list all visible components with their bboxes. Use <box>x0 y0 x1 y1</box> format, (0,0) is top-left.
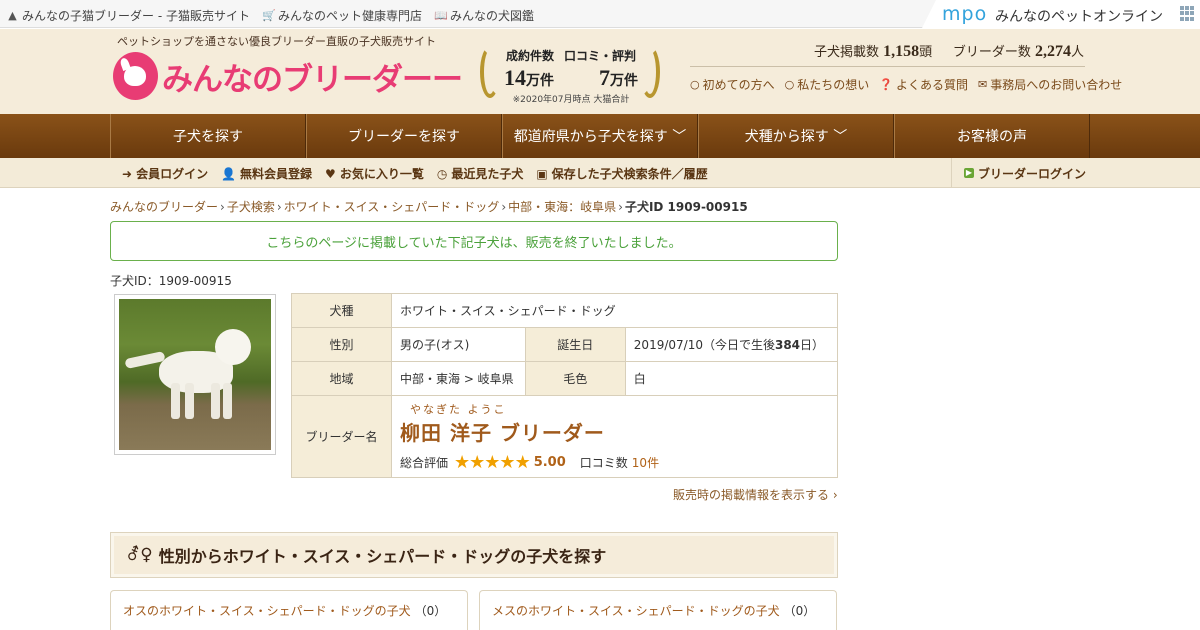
show-listing-info-link[interactable]: 販売時の掲載情報を表示する › <box>673 486 838 503</box>
dog-logo-icon <box>113 52 158 100</box>
user-icon: 👤 <box>221 166 237 181</box>
award-contracts-value: 14万件 <box>504 65 554 90</box>
sex-search-section: ⚦♀ 性別からホワイト・スイス・シェパード・ドッグの子犬を探す <box>110 532 838 578</box>
mpo-logo[interactable]: mpo <box>942 3 987 25</box>
sold-notice: こちらのページに掲載していた下記子犬は、販売を終了いたしました。 <box>110 221 838 261</box>
puppy-details-table: 犬種 ホワイト・スイス・シェパード・ドッグ 性別 男の子(オス) 誕生日 201… <box>291 293 839 478</box>
heart-icon: ♥ <box>325 166 336 181</box>
header-links: ○ 初めての方へ ○ 私たちの想い ❓ よくある質問 ✉ 事務局へのお問い合わせ <box>690 76 1122 93</box>
rating-score: 5.00 <box>533 454 566 470</box>
sex-value: 男の子(オス) <box>391 327 526 362</box>
cart-icon: 🛒 <box>261 8 276 22</box>
puppy-count: 1,158 <box>883 43 920 60</box>
site-stats: 子犬掲載数 1,158頭 ブリーダー数 2,274人 <box>813 43 1084 60</box>
reviews-label: 口コミ数 <box>579 455 628 470</box>
logo-text-a: みんなの <box>162 61 283 98</box>
sub-nav: ➜ 会員ログイン 👤 無料会員登録 ♥ お気に入り一覧 ◷ 最近見た子犬 ▣ 保存した子犬… <box>0 158 1200 188</box>
main-nav: 子犬を探す ブリーダーを探す 都道府県から子犬を探す ﹀ 犬種から探す ﹀ お客… <box>0 114 1200 158</box>
book-icon: 📖 <box>433 8 448 22</box>
nav-find-breeder[interactable]: ブリーダーを探す <box>306 114 502 158</box>
recent-link[interactable]: ◷ 最近見た子犬 <box>437 165 524 182</box>
link-our-thoughts[interactable]: ○ 私たちの想い <box>785 76 870 93</box>
award-badge: 成約件数 口コミ・評判 14万件 7万件 ※2020年07月時点 大猫合計 <box>478 40 662 105</box>
gender-icon: ⚦♀ <box>126 545 153 565</box>
breeder-name-link[interactable]: 柳田 洋子 ブリーダー <box>400 417 829 446</box>
reviews-count-link[interactable]: 10件 <box>632 454 659 471</box>
region-label: 地域 <box>291 361 392 396</box>
site-topbar: ▲ みんなの子猫ブリーダー - 子猫販売サイト 🛒 みんなのペット健康専門店 📖 みん… <box>0 0 1200 28</box>
cat-icon: ▲ <box>8 8 17 22</box>
arrow-right-icon: ▶ <box>964 168 974 178</box>
clock-icon: ◷ <box>436 166 448 181</box>
saved-search-link[interactable]: ▣ 保存した子犬検索条件／履歴 <box>536 165 707 182</box>
question-icon: ❓ <box>879 78 893 91</box>
breed-value: ホワイト・スイス・シェパード・ドッグ <box>391 293 838 328</box>
nav-by-prefecture[interactable]: 都道府県から子犬を探す ﹀ <box>502 114 698 158</box>
site-tagline: ペットショップを通さない優良ブリーダー直販の子犬販売サイト <box>117 35 436 48</box>
birthday-value: 2019/07/10（今日で生後384日） <box>624 327 839 362</box>
breeder-login-link[interactable]: ▶ ブリーダーログイン <box>951 158 1090 188</box>
site-logo[interactable]: みんなのブリーダーー <box>113 52 463 100</box>
male-puppies-link[interactable]: オスのホワイト・スイス・シェパード・ドッグの子犬 （0） <box>110 590 468 630</box>
circle-icon: ○ <box>784 78 795 91</box>
login-icon: ➜ <box>122 166 133 181</box>
breeder-name-ruby: やなぎた ようこ <box>410 402 507 416</box>
breadcrumb: みんなのブリーダー › 子犬検索 › ホワイト・スイス・シェパード・ドッグ › 中部・東海：… <box>110 200 748 214</box>
puppy-id: 子犬ID：1909-00915 <box>110 274 232 288</box>
member-login-link[interactable]: ➜ 会員ログイン <box>122 165 208 182</box>
birthday-label: 誕生日 <box>524 327 626 362</box>
logo-text-b: ブリーダー <box>282 61 433 98</box>
site-link-kitten[interactable]: ▲ みんなの子猫ブリーダー - 子猫販売サイト <box>6 7 250 24</box>
sex-label: 性別 <box>291 327 392 362</box>
nav-customer-voices[interactable]: お客様の声 <box>894 114 1090 158</box>
link-beginners[interactable]: ○ 初めての方へ <box>690 76 775 93</box>
circle-icon: ○ <box>690 78 700 91</box>
coat-color-value: 白 <box>624 361 839 396</box>
breed-label: 犬種 <box>291 293 392 328</box>
section-title: 性別からホワイト・スイス・シェパード・ドッグの子犬を探す <box>158 547 607 566</box>
laurel-left-icon <box>480 46 500 98</box>
award-head-reviews: 口コミ・評判 <box>563 49 636 63</box>
link-faq[interactable]: ❓ よくある質問 <box>879 76 968 93</box>
award-note: ※2020年07月時点 大猫合計 <box>512 95 630 105</box>
site-link-dog-encyclopedia[interactable]: 📖 みんなの犬図鑑 <box>434 7 534 24</box>
header-divider <box>690 66 1085 67</box>
favorites-link[interactable]: ♥ お気に入り一覧 <box>325 165 424 182</box>
breadcrumb-search[interactable]: 子犬検索 <box>227 200 275 214</box>
breadcrumb-breed[interactable]: ホワイト・スイス・シェパード・ドッグ <box>284 200 500 214</box>
female-puppies-link[interactable]: メスのホワイト・スイス・シェパード・ドッグの子犬 （0） <box>479 590 837 630</box>
breadcrumb-region[interactable]: 中部・東海：岐阜県 <box>508 200 616 214</box>
save-icon: ▣ <box>536 166 548 181</box>
mpo-site-name[interactable]: みんなのペットオンライン <box>995 6 1163 26</box>
nav-by-breed[interactable]: 犬種から探す ﹀ <box>698 114 894 158</box>
sister-sites: ▲ みんなの子猫ブリーダー - 子猫販売サイト 🛒 みんなのペット健康専門店 📖 みん… <box>6 7 534 24</box>
breadcrumb-current: 子犬ID 1909-00915 <box>624 200 748 214</box>
award-head-contracts: 成約件数 <box>506 49 555 63</box>
puppy-photo[interactable] <box>114 294 276 455</box>
breadcrumb-home[interactable]: みんなのブリーダー <box>110 200 218 214</box>
rating-label: 総合評価 <box>400 455 449 470</box>
breeder-count: 2,274 <box>1034 43 1071 60</box>
apps-grid-icon[interactable] <box>1180 6 1195 21</box>
link-contact[interactable]: ✉ 事務局へのお問い合わせ <box>978 76 1122 93</box>
free-register-link[interactable]: 👤 無料会員登録 <box>221 165 312 182</box>
star-rating-icon: ★★★★★ <box>454 451 531 473</box>
mail-icon: ✉ <box>977 78 988 91</box>
breeder-label: ブリーダー名 <box>291 395 392 478</box>
coat-color-label: 毛色 <box>524 361 626 396</box>
site-link-health[interactable]: 🛒 みんなのペット健康専門店 <box>262 7 422 24</box>
laurel-right-icon <box>640 46 660 98</box>
region-value: 中部・東海 > 岐阜県 <box>391 361 526 396</box>
nav-find-puppy[interactable]: 子犬を探す <box>110 114 306 158</box>
award-reviews-value: 7万件 <box>599 65 638 90</box>
